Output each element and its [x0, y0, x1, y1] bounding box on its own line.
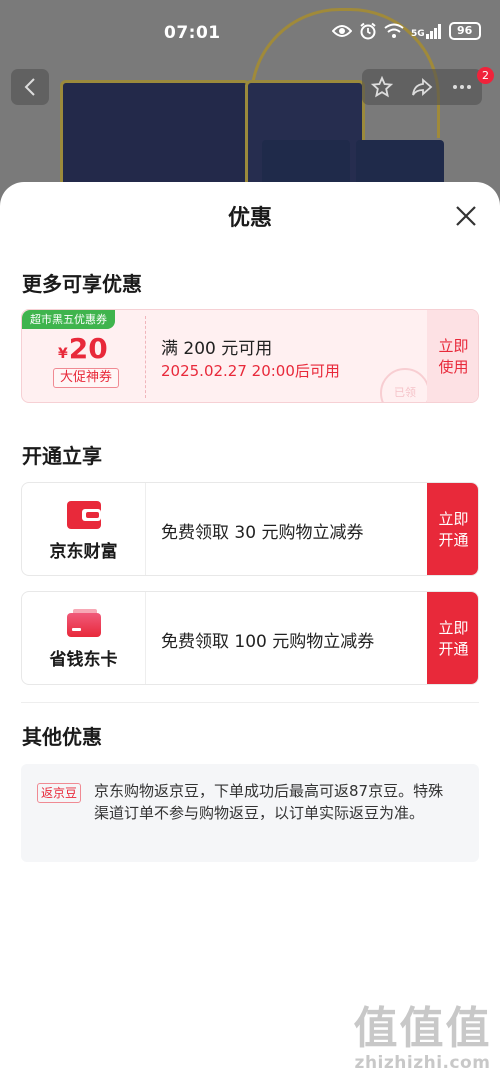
alarm-icon	[360, 22, 376, 40]
wifi-icon	[384, 23, 404, 38]
section-title-open: 开通立享	[22, 444, 102, 468]
back-button[interactable]	[11, 69, 49, 105]
chevron-left-icon	[24, 78, 35, 96]
coupon-tag: 超市黑五优惠券	[22, 310, 115, 329]
sheet-title: 优惠	[227, 206, 272, 231]
watermark-text: zhizhizhi.com	[354, 1053, 491, 1073]
service-divider	[145, 483, 146, 575]
coupon-time: 2025.02.27 20:00后可用	[161, 362, 340, 380]
screen: 07:01 5G 96 2 优惠 更多可享优惠 超市黑五优惠券 ¥ 20 大促神…	[0, 0, 500, 1085]
service-divider	[145, 592, 146, 684]
service-name: 省钱东卡	[49, 649, 118, 670]
service-brand: 省钱东卡	[22, 592, 145, 684]
section-title-more: 更多可享优惠	[22, 272, 142, 296]
open-service-label: 立即开通	[438, 510, 469, 549]
status-icons: 5G 96	[332, 22, 481, 40]
nav-actions	[362, 69, 482, 105]
eye-icon	[332, 25, 352, 37]
watermark: 值值值 zhizhizhi.com	[350, 1003, 495, 1074]
notification-badge: 2	[477, 67, 494, 84]
coupon-amount: ¥ 20	[58, 332, 138, 365]
watermark-logo: 值值值	[353, 1003, 492, 1054]
status-time: 07:01	[164, 23, 221, 43]
status-bar: 07:01 5G 96	[0, 18, 500, 50]
claimed-stamp: 已领	[380, 368, 430, 402]
open-service-button[interactable]: 立即开通	[427, 483, 478, 575]
star-icon[interactable]	[371, 76, 393, 98]
coupon-condition: 满 200 元可用	[161, 339, 273, 359]
card-icon	[66, 608, 101, 637]
jd-bean-tag: 返京豆	[37, 783, 82, 803]
jd-bean-offer: 返京豆 京东购物返京豆，下单成功后最高可返87京豆。特殊渠道订单不参与购物返豆，…	[21, 764, 479, 862]
section-title-other: 其他优惠	[22, 725, 102, 749]
signal-icon	[425, 24, 441, 39]
use-coupon-label: 立即使用	[438, 337, 469, 376]
close-button[interactable]	[452, 202, 480, 230]
service-desc: 免费领取 30 元购物立减券	[161, 523, 364, 543]
share-icon[interactable]	[411, 76, 433, 98]
battery-indicator: 96	[448, 22, 481, 40]
coupon-card[interactable]: 超市黑五优惠券 ¥ 20 大促神券 满 200 元可用 2025.02.27 2…	[21, 309, 479, 403]
coupon-currency: ¥	[58, 346, 68, 362]
service-desc: 免费领取 100 元购物立减券	[161, 632, 375, 652]
coupon-divider	[145, 316, 146, 398]
jd-bean-text: 京东购物返京豆，下单成功后最高可返87京豆。特殊渠道订单不参与购物返豆，以订单实…	[94, 782, 444, 822]
close-icon	[456, 206, 476, 226]
more-icon[interactable]	[451, 76, 473, 98]
open-service-button[interactable]: 立即开通	[427, 592, 478, 684]
service-brand: 京东财富	[22, 483, 145, 575]
coupon-label: 大促神券	[53, 368, 120, 388]
service-card-jd-wealth[interactable]: 京东财富 免费领取 30 元购物立减券 立即开通	[21, 482, 479, 576]
open-service-label: 立即开通	[438, 619, 469, 658]
section-divider	[21, 702, 479, 703]
service-name: 京东财富	[49, 541, 118, 562]
coupon-value: 20	[68, 332, 108, 365]
use-coupon-button[interactable]: 立即使用	[427, 310, 478, 402]
network-type: 5G	[411, 29, 425, 39]
service-card-saving-card[interactable]: 省钱东卡 免费领取 100 元购物立减券 立即开通	[21, 591, 479, 685]
wallet-icon	[66, 500, 101, 529]
discount-sheet: 优惠 更多可享优惠 超市黑五优惠券 ¥ 20 大促神券 满 200 元可用 20…	[0, 182, 500, 1085]
